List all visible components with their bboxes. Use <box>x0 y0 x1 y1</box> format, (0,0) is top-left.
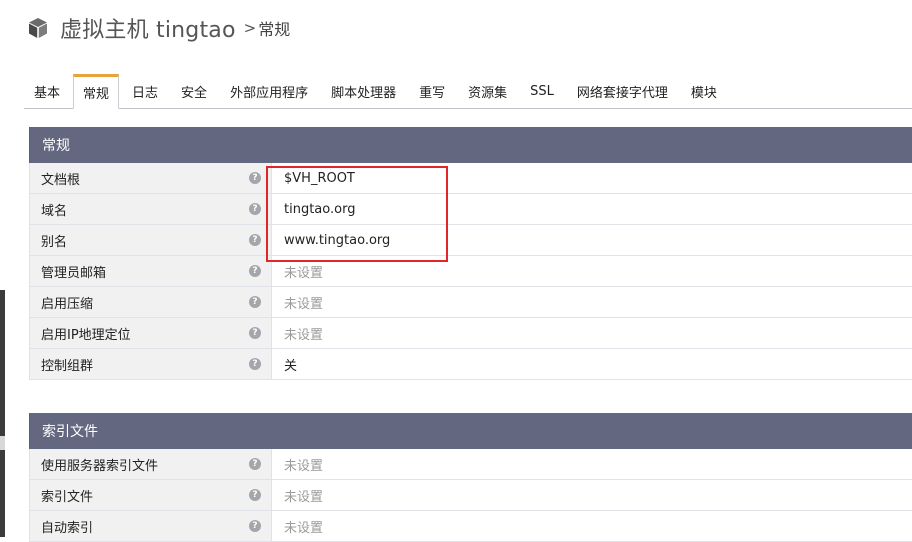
row-label-text: 别名 <box>41 234 68 250</box>
row-label: 域名 ? <box>30 194 272 224</box>
tab-context[interactable]: 资源集 <box>458 75 517 108</box>
row-label-text: 域名 <box>41 203 68 219</box>
breadcrumb-separator: > <box>243 19 257 37</box>
row-label-text: 管理员邮箱 <box>41 265 107 281</box>
breadcrumb-current: 常规 <box>258 20 291 39</box>
table-row: 别名 ? www.tingtao.org <box>29 225 912 256</box>
tab-basic[interactable]: 基本 <box>24 75 70 108</box>
row-label-text: 文档根 <box>41 172 81 188</box>
help-icon[interactable]: ? <box>249 265 261 277</box>
row-label-text: 自动索引 <box>41 520 94 536</box>
row-value: www.tingtao.org <box>284 232 391 248</box>
tab-rewrite[interactable]: 重写 <box>409 75 455 108</box>
row-label-text: 索引文件 <box>41 489 94 505</box>
row-label: 启用压缩 ? <box>30 287 272 317</box>
tab-external-apps[interactable]: 外部应用程序 <box>220 75 318 108</box>
tab-log[interactable]: 日志 <box>122 75 168 108</box>
help-icon[interactable]: ? <box>249 358 261 370</box>
tab-websocket-proxy[interactable]: 网络套接字代理 <box>567 75 678 108</box>
help-icon[interactable]: ? <box>249 489 261 501</box>
help-icon[interactable]: ? <box>249 458 261 470</box>
row-label: 控制组群 ? <box>30 349 272 379</box>
help-icon[interactable]: ? <box>249 172 261 184</box>
row-label: 别名 ? <box>30 225 272 255</box>
help-icon[interactable]: ? <box>249 203 261 215</box>
row-value: 未设置 <box>284 327 324 343</box>
table-row: 启用压缩 ? 未设置 <box>29 287 912 318</box>
general-section: 常规 文档根 ? $VH_ROOT 域名 ? tingtao.org 别名 ? … <box>29 127 912 380</box>
row-value: tingtao.org <box>284 201 356 217</box>
section-title: 索引文件 <box>29 413 912 449</box>
row-value: 未设置 <box>284 458 324 474</box>
table-row: 文档根 ? $VH_ROOT <box>29 163 912 194</box>
section-title: 常规 <box>29 127 912 163</box>
row-value: 未设置 <box>284 265 324 281</box>
table-row: 自动索引 ? 未设置 <box>29 511 912 542</box>
tab-security[interactable]: 安全 <box>171 75 217 108</box>
help-icon[interactable]: ? <box>249 327 261 339</box>
tab-modules[interactable]: 模块 <box>681 75 727 108</box>
table-row: 控制组群 ? 关 <box>29 349 912 380</box>
row-value: $VH_ROOT <box>284 170 355 186</box>
row-label-text: 启用IP地理定位 <box>41 327 131 343</box>
tab-ssl[interactable]: SSL <box>520 75 564 108</box>
row-label: 索引文件 ? <box>30 480 272 510</box>
row-label: 文档根 ? <box>30 163 272 193</box>
table-row: 域名 ? tingtao.org <box>29 194 912 225</box>
page-header: 虚拟主机 tingtao > 常规 <box>26 12 290 44</box>
table-row: 启用IP地理定位 ? 未设置 <box>29 318 912 349</box>
row-label-text: 使用服务器索引文件 <box>41 458 159 474</box>
row-value: 未设置 <box>284 489 324 505</box>
help-icon[interactable]: ? <box>249 234 261 246</box>
help-icon[interactable]: ? <box>249 296 261 308</box>
table-row: 管理员邮箱 ? 未设置 <box>29 256 912 287</box>
index-files-section: 索引文件 使用服务器索引文件 ? 未设置 索引文件 ? 未设置 自动索引 ? 未… <box>29 413 912 542</box>
tab-general[interactable]: 常规 <box>73 74 120 109</box>
row-value: 关 <box>284 358 298 374</box>
tab-script-handler[interactable]: 脚本处理器 <box>321 75 406 108</box>
box-icon <box>26 16 50 40</box>
row-label-text: 控制组群 <box>41 358 94 374</box>
page-title: 虚拟主机 tingtao <box>60 18 236 43</box>
row-label-text: 启用压缩 <box>41 296 94 312</box>
help-icon[interactable]: ? <box>249 520 261 532</box>
table-row: 使用服务器索引文件 ? 未设置 <box>29 449 912 480</box>
row-label: 启用IP地理定位 ? <box>30 318 272 348</box>
table-row: 索引文件 ? 未设置 <box>29 480 912 511</box>
row-label: 使用服务器索引文件 ? <box>30 449 272 479</box>
background-window-edge <box>0 290 5 537</box>
row-value: 未设置 <box>284 296 324 312</box>
background-window-mark <box>0 436 5 450</box>
tab-bar: 基本 常规 日志 安全 外部应用程序 脚本处理器 重写 资源集 SSL 网络套接… <box>24 74 912 109</box>
row-label: 管理员邮箱 ? <box>30 256 272 286</box>
